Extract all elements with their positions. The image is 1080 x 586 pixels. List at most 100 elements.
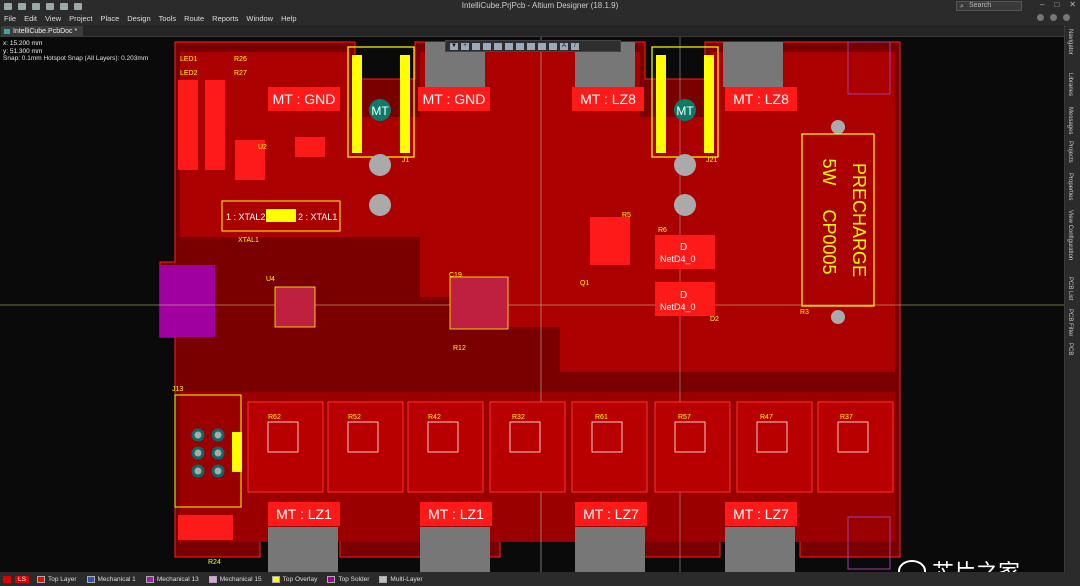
add-icon[interactable]: +: [461, 42, 469, 50]
menu-help[interactable]: Help: [281, 14, 296, 23]
quick-access-toolbar: [0, 2, 82, 10]
svg-text:C19: C19: [449, 272, 462, 279]
minimize-button[interactable]: –: [1040, 0, 1044, 9]
ic-u4: [274, 286, 316, 328]
panel-tab-libraries[interactable]: Libraries: [1067, 73, 1073, 96]
select-icon[interactable]: [472, 42, 480, 50]
current-layer-swatch[interactable]: [3, 575, 11, 583]
menu-edit[interactable]: Edit: [24, 14, 37, 23]
svg-text:R5: R5: [622, 212, 631, 219]
menu-reports[interactable]: Reports: [212, 14, 238, 23]
layer-tab[interactable]: Mechanical 13: [145, 575, 199, 583]
layer-set-button[interactable]: LS: [15, 575, 29, 583]
route-icon[interactable]: [516, 42, 524, 50]
menu-bar: File Edit View Project Place Design Tool…: [0, 12, 1080, 25]
menu-design[interactable]: Design: [127, 14, 150, 23]
mt-pad-label: MT : LZ1: [428, 506, 484, 522]
via-icon[interactable]: [527, 42, 535, 50]
layer-tab[interactable]: Mechanical 15: [208, 575, 262, 583]
connector-j1-bar: [352, 55, 362, 153]
polygon-icon[interactable]: [538, 42, 546, 50]
search-input[interactable]: ⌕ Search: [956, 1, 1022, 11]
connector-j1-bar: [400, 55, 410, 153]
layer-tab[interactable]: Top Solder: [327, 575, 369, 583]
layer-swatch: [208, 575, 217, 583]
new-file-icon[interactable]: [4, 2, 12, 10]
panel-tab-projects[interactable]: Projects: [1067, 141, 1073, 163]
layer-tab[interactable]: Top Layer: [36, 575, 77, 583]
line-icon[interactable]: /: [571, 42, 579, 50]
region-icon[interactable]: [549, 42, 557, 50]
redo-icon[interactable]: [74, 2, 82, 10]
mt-pad-label: MT : LZ7: [733, 506, 789, 522]
mt-pad-label: MT : LZ1: [276, 506, 332, 522]
svg-text:U4: U4: [266, 276, 275, 283]
move-icon[interactable]: [483, 42, 491, 50]
mt-pad-label: MT : GND: [423, 91, 486, 107]
settings-icon[interactable]: [1037, 14, 1044, 21]
svg-text:LED2: LED2: [180, 70, 198, 77]
svg-text:J13: J13: [172, 386, 183, 393]
align-icon[interactable]: [494, 42, 502, 50]
open-icon[interactable]: [46, 2, 54, 10]
pcb-canvas[interactable]: x: 15.200 mm y: 51.300 mm Snap: 0.1mm Ho…: [0, 37, 1064, 572]
menu-view[interactable]: View: [45, 14, 61, 23]
mount-hole: [369, 194, 391, 216]
svg-text:R57: R57: [678, 414, 691, 421]
svg-text:R52: R52: [348, 414, 361, 421]
wechat-icon: [898, 560, 926, 572]
save-icon[interactable]: [18, 2, 26, 10]
save-all-icon[interactable]: [32, 2, 40, 10]
mt-pad-label: MT : LZ8: [733, 91, 789, 107]
panel-tab-view-configuration[interactable]: View Configuration: [1067, 210, 1073, 260]
tab-pcbdoc[interactable]: IntelliCube.PcbDoc *: [1, 26, 84, 37]
menu-place[interactable]: Place: [101, 14, 120, 23]
connector-j21-bar: [704, 55, 714, 153]
panel-tab-navigator[interactable]: Navigator: [1067, 29, 1073, 55]
mount-hole: [674, 194, 696, 216]
notifications-icon[interactable]: [1050, 14, 1057, 21]
mt-marker-label: MT: [676, 104, 694, 118]
menu-window[interactable]: Window: [246, 14, 273, 23]
undo-icon[interactable]: [60, 2, 68, 10]
precharge-label: PRECHARGE: [849, 163, 869, 277]
layer-tab[interactable]: Top Overlay: [271, 575, 317, 583]
mt-marker-label: MT: [371, 104, 389, 118]
svg-text:R32: R32: [512, 414, 525, 421]
mount-hole: [831, 310, 845, 324]
mt-pad-label: MT : LZ8: [580, 91, 636, 107]
svg-text:Q1: Q1: [580, 280, 589, 287]
panel-tab-pcb-list[interactable]: PCB List: [1067, 277, 1073, 300]
menu-route[interactable]: Route: [184, 14, 204, 23]
menu-tools[interactable]: Tools: [159, 14, 177, 23]
layer-tab[interactable]: Mechanical 1: [86, 575, 136, 583]
document-tabs: IntelliCube.PcbDoc *: [0, 25, 1064, 37]
svg-text:XTAL1: XTAL1: [238, 237, 259, 244]
layer-swatch: [86, 575, 95, 583]
mcu-u1: [449, 276, 509, 330]
search-icon: ⌕: [960, 3, 964, 10]
svg-text:J1: J1: [402, 157, 410, 164]
panel-tab-pcb-filter[interactable]: PCB Filter: [1067, 309, 1073, 336]
menu-project[interactable]: Project: [69, 14, 92, 23]
cutout: [268, 527, 338, 572]
panel-tab-pcb[interactable]: PCB: [1067, 343, 1073, 355]
filter-icon[interactable]: ▼: [450, 42, 458, 50]
mount-hole: [369, 154, 391, 176]
svg-text:R37: R37: [840, 414, 853, 421]
maximize-button[interactable]: □: [1054, 0, 1059, 9]
menu-file[interactable]: File: [4, 14, 16, 23]
svg-text:R6: R6: [658, 227, 667, 234]
place-icon[interactable]: [505, 42, 513, 50]
coordinate-readout: x: 15.200 mm y: 51.300 mm Snap: 0.1mm Ho…: [3, 40, 149, 62]
svg-text:LED1: LED1: [180, 56, 198, 63]
text-icon[interactable]: A: [560, 42, 568, 50]
panel-tab-properties[interactable]: Properties: [1067, 173, 1073, 200]
layer-tab[interactable]: Multi-Layer: [379, 575, 423, 583]
user-icon[interactable]: [1063, 14, 1070, 21]
panel-tab-messages[interactable]: Messages: [1067, 107, 1073, 134]
svg-text:R47: R47: [760, 414, 773, 421]
close-button[interactable]: ✕: [1069, 0, 1076, 9]
active-bar: ▼ + A /: [445, 40, 621, 52]
connector-j21-bar: [656, 55, 666, 153]
